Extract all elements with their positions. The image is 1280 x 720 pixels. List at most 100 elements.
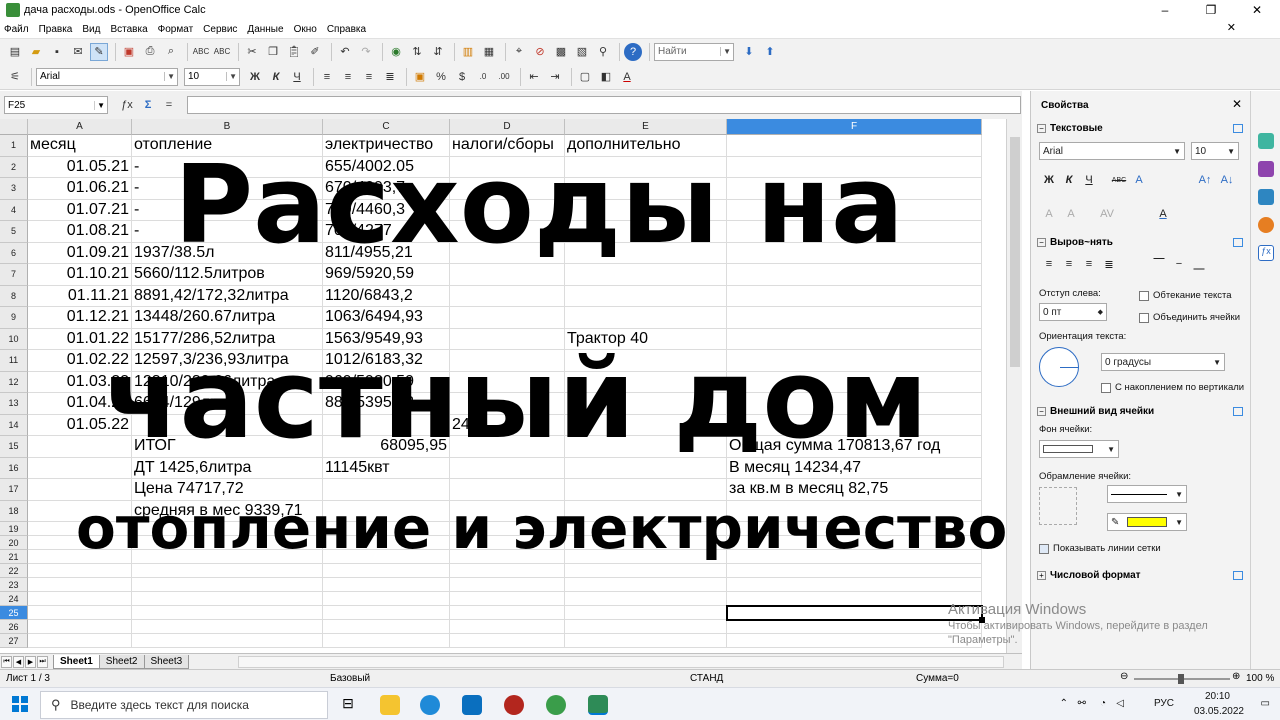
print-preview-icon[interactable]: ⌕	[162, 43, 180, 61]
cell-f25[interactable]	[727, 606, 982, 620]
cell-a2[interactable]: 01.05.21	[28, 156, 132, 178]
justify-icon[interactable]: ≣	[381, 68, 399, 86]
maximize-button[interactable]: ❐	[1188, 0, 1234, 20]
store-icon[interactable]	[462, 695, 482, 715]
row-header-25[interactable]: 25	[0, 606, 28, 620]
spellcheck-icon[interactable]: ABC	[192, 43, 210, 61]
cell-a1[interactable]: месяц	[28, 135, 132, 157]
find-input[interactable]: Найти ▼	[654, 42, 734, 61]
row-header-8[interactable]: 8	[0, 285, 28, 307]
gallery-icon[interactable]: ▩	[552, 43, 570, 61]
row-header-17[interactable]: 17	[0, 479, 28, 501]
menu-format[interactable]: Формат	[158, 24, 194, 35]
row-header-12[interactable]: 12	[0, 371, 28, 393]
cell-a4[interactable]: 01.07.21	[28, 199, 132, 221]
cell-e9[interactable]	[565, 307, 727, 329]
cell-a6[interactable]: 01.09.21	[28, 242, 132, 264]
windows-start-icon[interactable]	[12, 696, 28, 712]
name-box[interactable]: F25 ▼	[4, 96, 108, 114]
char-spacing-icon[interactable]: AV	[1099, 206, 1115, 222]
email-icon[interactable]: ✉	[69, 43, 87, 61]
row-header-21[interactable]: 21	[0, 550, 28, 564]
orientation-dial[interactable]	[1039, 347, 1079, 387]
cell-f27[interactable]	[727, 634, 982, 648]
notifications-icon[interactable]: ▭	[1261, 698, 1270, 709]
tray-chevron-icon[interactable]: ⌃	[1060, 698, 1068, 709]
row-header-10[interactable]: 10	[0, 328, 28, 350]
cell-d27[interactable]	[450, 634, 565, 648]
navigator-deck-icon[interactable]	[1258, 217, 1274, 233]
row-header-1[interactable]: 1	[0, 135, 28, 157]
properties-deck-icon[interactable]	[1258, 133, 1274, 149]
openoffice-calc-taskbar-icon[interactable]	[588, 695, 608, 715]
font-color-icon[interactable]: A	[618, 68, 636, 86]
bold-button[interactable]: Ж	[246, 68, 264, 86]
last-sheet-button[interactable]: ⏭	[37, 655, 48, 668]
datasources-icon[interactable]: ▧	[573, 43, 591, 61]
row-header-26[interactable]: 26	[0, 620, 28, 634]
menu-insert[interactable]: Вставка	[110, 24, 147, 35]
cell-f24[interactable]	[727, 592, 982, 606]
export-pdf-icon[interactable]: ▣	[120, 43, 138, 61]
cell-c22[interactable]	[323, 564, 450, 578]
cell-a26[interactable]	[28, 620, 132, 634]
valign-top-icon[interactable]: ⎺	[1151, 256, 1167, 272]
cell-bg-select[interactable]: ▼	[1039, 440, 1119, 458]
cell-c23[interactable]	[323, 578, 450, 592]
zoom-slider[interactable]	[1134, 674, 1230, 684]
print-icon[interactable]: ⎙	[141, 43, 159, 61]
sort-descending-icon[interactable]: ⇵	[429, 43, 447, 61]
cell-d22[interactable]	[450, 564, 565, 578]
edit-file-icon[interactable]: ✎	[90, 42, 108, 61]
cell-a27[interactable]	[28, 634, 132, 648]
border-color-select[interactable]: ✎ ▼	[1107, 513, 1187, 531]
cell-d25[interactable]	[450, 606, 565, 620]
pivot-icon[interactable]: ▦	[480, 43, 498, 61]
superscript-icon[interactable]: A	[1041, 206, 1057, 222]
cell-d26[interactable]	[450, 620, 565, 634]
cell-c9[interactable]: 1063/6494,93	[323, 307, 450, 329]
sidebar-align-center-icon[interactable]: ≡	[1061, 256, 1077, 272]
cell-b24[interactable]	[132, 592, 323, 606]
sidebar-italic-button[interactable]: К	[1061, 172, 1077, 188]
tray-time[interactable]: 20:10	[1205, 691, 1230, 702]
valign-bottom-icon[interactable]: ⎽	[1191, 256, 1207, 272]
menu-tools[interactable]: Сервис	[203, 24, 237, 35]
save-icon[interactable]: ▪	[48, 43, 66, 61]
row-header-19[interactable]: 19	[0, 522, 28, 536]
tray-language[interactable]: РУС	[1154, 698, 1174, 709]
cell-e25[interactable]	[565, 606, 727, 620]
prev-sheet-button[interactable]: ◀	[13, 655, 24, 668]
cell-e22[interactable]	[565, 564, 727, 578]
help-icon[interactable]: ?	[624, 42, 642, 61]
cell-d8[interactable]	[450, 285, 565, 307]
row-header-6[interactable]: 6	[0, 242, 28, 264]
file-explorer-icon[interactable]	[380, 695, 400, 715]
section-number-format[interactable]: + Числовой формат	[1037, 570, 1245, 581]
column-header-d[interactable]: D	[450, 119, 565, 135]
row-header-23[interactable]: 23	[0, 578, 28, 592]
zoom-out-icon[interactable]: ⊖	[1120, 671, 1128, 682]
cell-b8[interactable]: 8891,42/172,32литра	[132, 285, 323, 307]
undo-icon[interactable]: ↶	[336, 43, 354, 61]
cell-a23[interactable]	[28, 578, 132, 592]
zoom-in-icon[interactable]: ⊕	[1232, 671, 1240, 682]
cell-c26[interactable]	[323, 620, 450, 634]
column-header-a[interactable]: A	[28, 119, 132, 135]
row-header-3[interactable]: 3	[0, 178, 28, 200]
merge-cells-checkbox[interactable]	[1139, 313, 1149, 323]
sidebar-font-color-icon[interactable]: A	[1155, 206, 1171, 222]
decimal-add-icon[interactable]: .0	[474, 68, 492, 86]
cell-a7[interactable]: 01.10.21	[28, 264, 132, 286]
cell-d9[interactable]	[450, 307, 565, 329]
increase-font-icon[interactable]: A↑	[1197, 172, 1213, 188]
cell-a22[interactable]	[28, 564, 132, 578]
cell-d23[interactable]	[450, 578, 565, 592]
row-header-9[interactable]: 9	[0, 307, 28, 329]
increase-indent-icon[interactable]: ⇥	[546, 68, 564, 86]
autospell-icon[interactable]: ABC	[213, 43, 231, 61]
font-size-select[interactable]: 10 ▼	[184, 67, 240, 86]
valign-middle-icon[interactable]: −	[1171, 256, 1187, 272]
edge-browser-icon[interactable]	[420, 695, 440, 715]
cell-c25[interactable]	[323, 606, 450, 620]
